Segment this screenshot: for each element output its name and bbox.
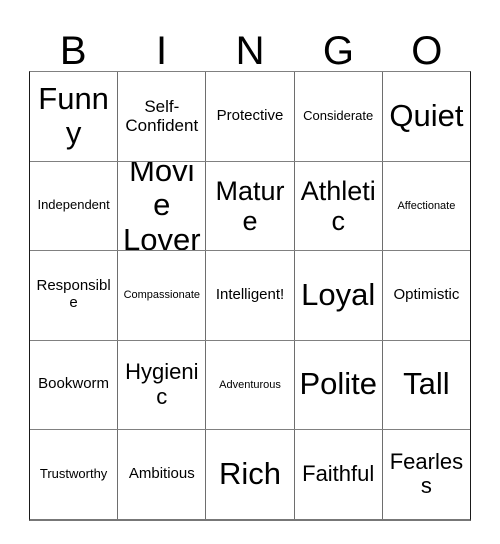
bingo-cell-label: Ambitious [128,464,195,482]
bingo-row: Funny Self-Confident Protective Considerate… [30,72,471,161]
bingo-cell-label: Faithful [302,460,375,486]
bingo-cell[interactable]: Movie Lover [117,161,206,251]
bingo-row: Responsible Compassionate Intelligent! Loya… [30,250,471,340]
bingo-cell-label: Quiet [389,97,464,133]
bingo-cell[interactable]: Rich [205,430,294,519]
bingo-cell-label: Tall [403,366,450,402]
bingo-cell[interactable]: Optimistic [381,251,471,340]
bingo-cell[interactable]: Considerate [293,72,382,161]
bingo-cell-label: Compassionate [123,289,201,302]
bingo-cell-label: Mature [215,175,285,236]
bingo-header: BINGO [29,14,471,71]
bingo-cell[interactable]: Athletic [293,161,382,250]
bingo-cell-label: Fearless [389,448,464,499]
bingo-cell-label: Athletic [300,175,376,236]
bingo-cell[interactable]: Tall [381,340,471,429]
bingo-header-letter: O [411,29,443,73]
bingo-grid: Funny Self-Confident Protective Considerate… [29,71,471,521]
bingo-header-cell-i: I [117,14,205,71]
bingo-header-letter: B [59,29,87,73]
bingo-row: Independent Movie Lover Mature Athletic Affe… [30,160,471,251]
bingo-header-cell-n: N [206,14,294,71]
bingo-header-letter: N [235,29,265,73]
bingo-cell-label: Trustworthy [39,465,108,481]
bingo-cell-label: Intelligent! [215,285,285,303]
bingo-cell[interactable]: Affectionate [381,161,471,250]
bingo-row: Bookworm Hygienic Adventurous Polite Tall [30,339,471,429]
bingo-cell-label: Movie Lover [123,161,201,251]
bingo-cell-label: Rich [219,455,282,491]
bingo-cell-label: Considerate [303,107,374,123]
bingo-cell-label: Independent [37,197,110,213]
bingo-cell-label: Bookworm [38,375,110,393]
bingo-cell[interactable]: Polite [293,340,382,429]
bingo-cell[interactable]: Intelligent! [205,251,294,340]
bingo-cell[interactable]: Compassionate [117,251,206,340]
bingo-cell-label: Optimistic [393,285,460,303]
bingo-cell-label: Hygienic [125,359,199,409]
bingo-cell-label: Polite [299,366,377,402]
bingo-cell[interactable]: Loyal [293,251,382,340]
bingo-cell[interactable]: Funny [30,72,118,161]
bingo-header-cell-g: G [294,14,382,71]
bingo-cell[interactable]: Adventurous [205,340,294,429]
bingo-header-cell-o: O [383,14,471,71]
bingo-cell[interactable]: Ambitious [117,430,206,519]
bingo-cell-label: Loyal [301,276,376,312]
bingo-cell-label: Self-Confident [125,97,199,136]
bingo-header-letter: G [322,29,354,73]
bingo-header-letter: I [156,29,168,73]
bingo-cell[interactable]: Bookworm [30,340,118,429]
bingo-row: Trustworthy Ambitious Rich Faithful Fearless [30,429,471,519]
bingo-card: B I N G O Funny Self-Confident Protective Consi… [29,14,471,521]
bingo-cell[interactable]: Quiet [381,72,471,161]
bingo-cell[interactable]: Protective [205,72,294,161]
bingo-cell[interactable]: Trustworthy [30,430,118,519]
bingo-cell-label: Adventurous [219,378,281,391]
bingo-cell-label: Affectionate [397,199,456,212]
bingo-header-cell-b: B [29,14,117,71]
bingo-cell[interactable]: Responsible [30,251,118,340]
bingo-cell[interactable]: Hygienic [117,340,206,429]
bingo-cell-label: Funny [38,80,109,151]
bingo-cell[interactable]: Independent [30,161,118,250]
bingo-cell-label: Responsible [36,277,111,312]
bingo-cell[interactable]: Mature [205,161,294,250]
bingo-cell-label: Protective [216,106,284,124]
bingo-cell[interactable]: Faithful [293,430,382,519]
bingo-cell[interactable]: Fearless [381,430,471,519]
bingo-cell[interactable]: Self-Confident [117,72,206,161]
